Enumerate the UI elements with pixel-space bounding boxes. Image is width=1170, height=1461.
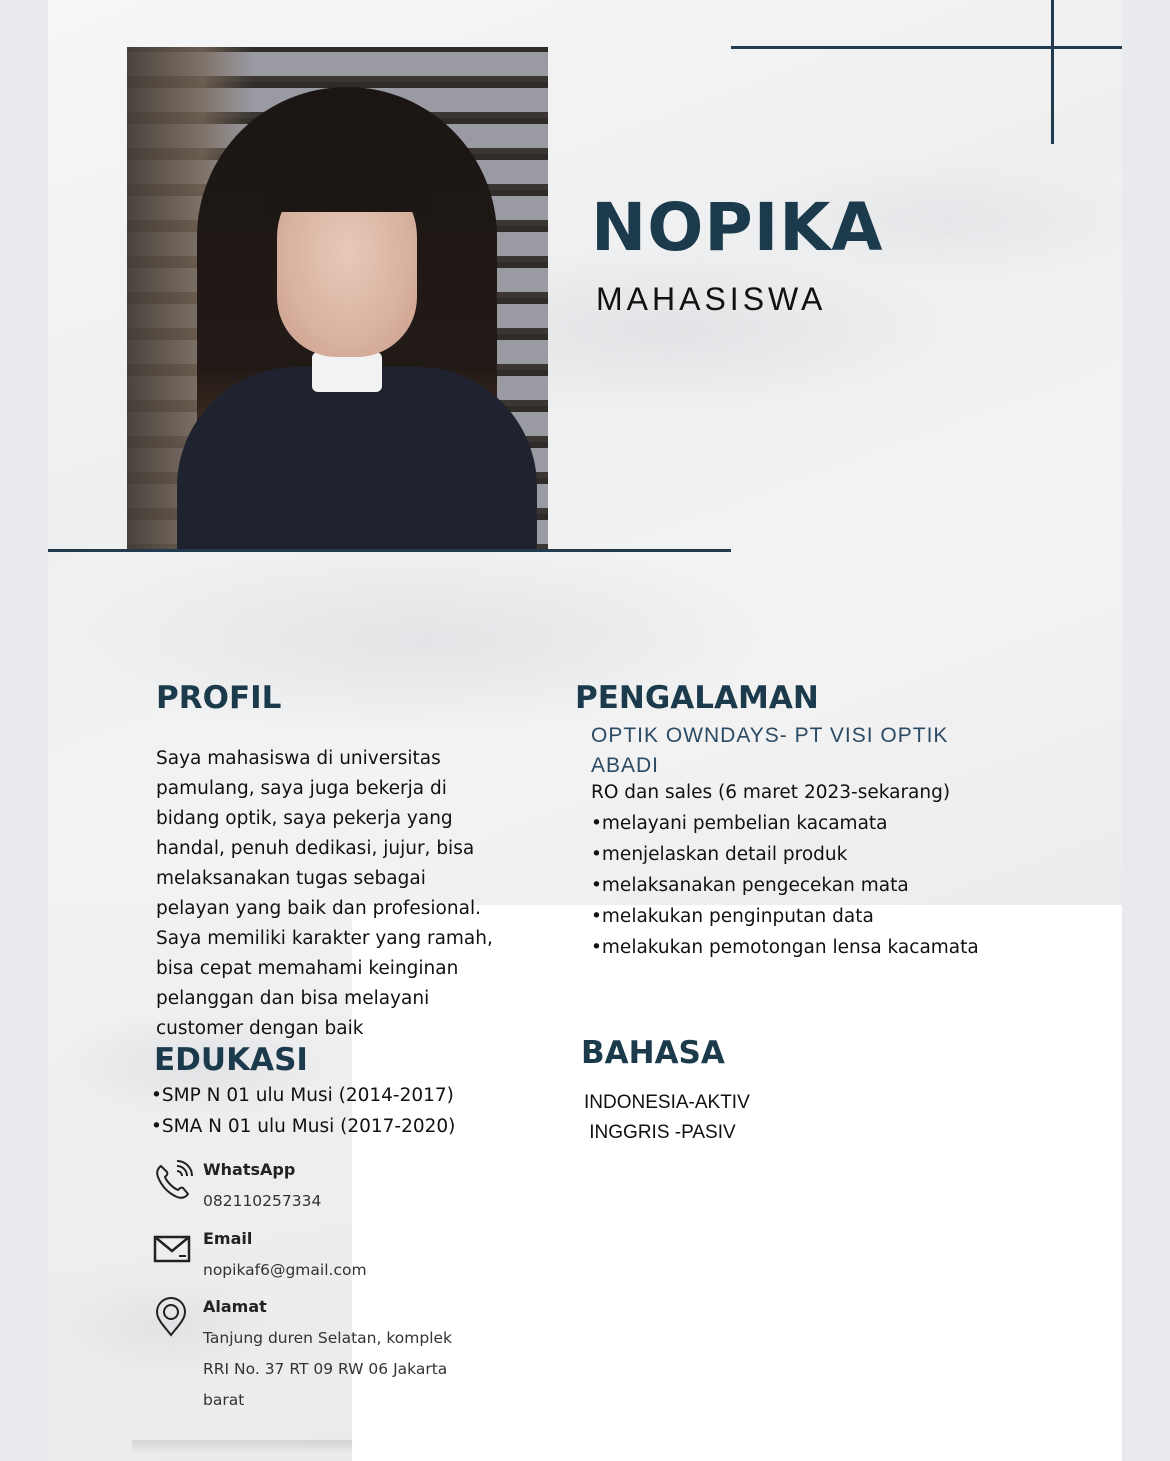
whatsapp-number[interactable]: 082110257334 [203, 1186, 463, 1217]
experience-item: •menjelaskan detail produk [591, 844, 848, 865]
profil-text: Saya mahasiswa di universitas pamulang, … [156, 748, 493, 1039]
experience-role: RO dan sales (6 maret 2023-sekarang) [591, 782, 951, 803]
edukasi-heading: EDUKASI [154, 1042, 308, 1078]
alamat-address: Tanjung duren Selatan, komplek RRI No. 3… [203, 1329, 453, 1409]
cv-page: NOPIKA MAHASISWA PROFIL Saya mahasiswa d… [48, 0, 1122, 1461]
profile-photo [127, 47, 548, 550]
experience-company: OPTIK OWNDAYS- PT VISI OPTIK ABADI [591, 724, 949, 777]
email-label: Email [203, 1229, 253, 1248]
language-list: INDONESIA-AKTIV INGGRIS -PASIV [584, 1088, 750, 1148]
education-item: •SMP N 01 ulu Musi (2014-2017) [151, 1085, 454, 1106]
experience-item: •melayani pembelian kacamata [591, 813, 888, 834]
decorative-line-vertical [1051, 0, 1054, 144]
alamat-label: Alamat [203, 1297, 267, 1316]
education-list: •SMP N 01 ulu Musi (2014-2017) •SMA N 01… [151, 1080, 455, 1142]
experience-list: RO dan sales (6 maret 2023-sekarang) •me… [591, 777, 1011, 963]
experience-item: •melakukan penginputan data [591, 906, 874, 927]
pengalaman-heading: PENGALAMAN [575, 680, 819, 716]
location-pin-icon [155, 1297, 187, 1337]
person-name: NOPIKA [591, 189, 884, 266]
experience-item: •melakukan pemotongan lensa kacamata [591, 937, 979, 958]
email-address[interactable]: nopikaf6@gmail.com [203, 1255, 463, 1286]
language-item: INGGRIS -PASIV [584, 1122, 736, 1143]
phone-icon [156, 1160, 193, 1199]
whatsapp-label: WhatsApp [203, 1160, 296, 1179]
decorative-line-top [731, 46, 1122, 49]
bahasa-heading: BAHASA [581, 1035, 725, 1071]
shadow-decoration [132, 1440, 352, 1454]
experience-item: •melaksanakan pengecekan mata [591, 875, 909, 896]
language-item: INDONESIA-AKTIV [584, 1092, 750, 1113]
mail-icon [153, 1235, 191, 1263]
person-role: MAHASISWA [596, 281, 827, 317]
profil-heading: PROFIL [156, 680, 282, 716]
education-item: •SMA N 01 ulu Musi (2017-2020) [151, 1116, 456, 1137]
decorative-line-middle [48, 549, 731, 552]
